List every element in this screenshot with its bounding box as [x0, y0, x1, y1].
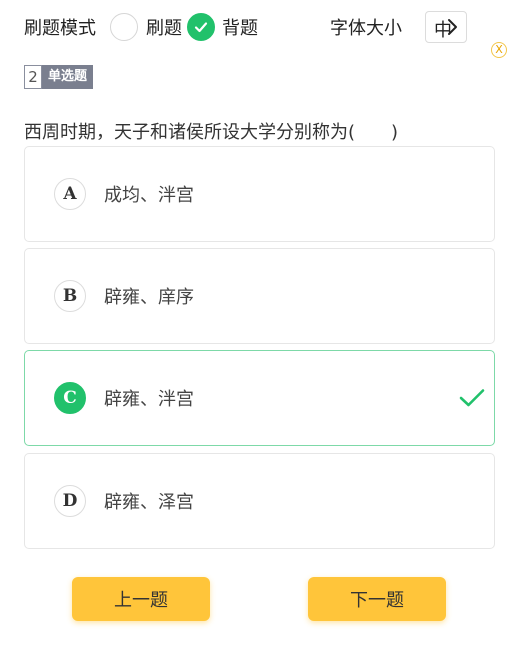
font-size-select[interactable]: 中	[425, 11, 467, 43]
option-text: 辟雍、泽宫	[104, 492, 194, 513]
mode-radio-memorize[interactable]	[187, 13, 215, 41]
question-text: 西周时期，天子和诸侯所设大学分别称为( )	[24, 122, 399, 143]
check-icon	[194, 22, 208, 33]
top-toolbar: 刷题模式 刷题 背题 字体大小 中	[0, 0, 516, 56]
next-question-button[interactable]: 下一题	[308, 577, 446, 621]
mode-label-practice[interactable]: 刷题	[146, 14, 182, 40]
chevron-right-icon	[448, 19, 457, 35]
option-text: 辟雍、庠序	[104, 287, 194, 308]
option-b[interactable]: B 辟雍、庠序	[24, 248, 495, 344]
close-icon[interactable]: X	[491, 42, 507, 58]
practice-mode-label: 刷题模式	[24, 18, 96, 39]
question-number: 2	[24, 65, 42, 89]
mode-radio-practice[interactable]	[110, 13, 138, 41]
option-text: 成均、泮宫	[104, 185, 194, 206]
question-badge: 2 单选题	[24, 65, 94, 91]
question-type: 单选题	[42, 65, 94, 89]
option-text: 辟雍、泮宫	[104, 389, 194, 410]
mode-label-memorize[interactable]: 背题	[222, 14, 258, 40]
option-letter: C	[54, 382, 86, 414]
option-a[interactable]: A 成均、泮宫	[24, 146, 495, 242]
option-letter: A	[54, 178, 86, 210]
option-c[interactable]: C 辟雍、泮宫	[24, 350, 495, 446]
check-icon	[459, 389, 485, 407]
option-letter: B	[54, 280, 86, 312]
font-size-label: 字体大小	[330, 18, 402, 39]
option-d[interactable]: D 辟雍、泽宫	[24, 453, 495, 549]
prev-question-button[interactable]: 上一题	[72, 577, 210, 621]
option-letter: D	[54, 485, 86, 517]
